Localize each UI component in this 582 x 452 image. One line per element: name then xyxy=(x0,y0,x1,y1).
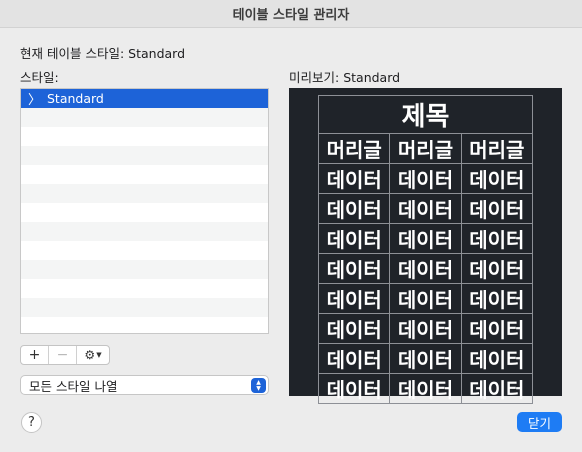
preview-data-row: 데이터 데이터 데이터 xyxy=(317,253,534,284)
remove-style-button[interactable]: − xyxy=(49,346,77,364)
preview-data-cell: 데이터 xyxy=(460,223,534,254)
dropdown-arrow-icon: ▼ xyxy=(96,351,102,359)
preview-label: 미리보기: Standard xyxy=(289,67,400,86)
title-bar: 테이블 스타일 관리자 xyxy=(0,0,582,28)
preview-data-cell: 데이터 xyxy=(317,223,391,254)
preview-table: 제목 머리글 머리글 머리글 데이터 데이터 데이터 데이터 데이터 데이터 데이터 데이터 데이터 데이… xyxy=(317,95,534,404)
preview-data-cell: 데이터 xyxy=(460,313,534,344)
preview-data-cell: 데이터 xyxy=(317,283,391,314)
preview-data-row: 데이터 데이터 데이터 xyxy=(317,163,534,194)
current-style-label: 현재 테이블 스타일: xyxy=(20,46,125,61)
preview-data-cell: 데이터 xyxy=(460,193,534,224)
style-list-row xyxy=(21,260,268,279)
preview-data-row: 데이터 데이터 데이터 xyxy=(317,373,534,404)
preview-data-cell: 데이터 xyxy=(389,343,462,374)
preview-data-cell: 데이터 xyxy=(389,253,462,284)
help-button[interactable]: ? xyxy=(21,412,42,433)
style-list-row xyxy=(21,203,268,222)
preview-data-row: 데이터 데이터 데이터 xyxy=(317,223,534,254)
style-list-row xyxy=(21,241,268,260)
preview-style-name: Standard xyxy=(343,70,401,85)
table-preview: 제목 머리글 머리글 머리글 데이터 데이터 데이터 데이터 데이터 데이터 데이터 데이터 데이터 데이… xyxy=(289,88,562,404)
style-list-row xyxy=(21,317,268,333)
preview-data-cell: 데이터 xyxy=(317,313,391,344)
style-list-row xyxy=(21,184,268,203)
preview-data-cell: 데이터 xyxy=(389,283,462,314)
preview-data-cell: 데이터 xyxy=(389,373,462,404)
preview-header-cell: 머리글 xyxy=(460,133,534,164)
preview-data-cell: 데이터 xyxy=(389,313,462,344)
style-actions-group: + − ⚙ ▼ xyxy=(20,345,110,365)
preview-header-cell: 머리글 xyxy=(317,133,391,164)
current-table-style: 현재 테이블 스타일: Standard xyxy=(20,43,185,62)
chevron-right-icon[interactable]: 〉 xyxy=(21,89,47,108)
preview-header-cell: 머리글 xyxy=(389,133,462,164)
window-title: 테이블 스타일 관리자 xyxy=(232,8,350,23)
preview-data-cell: 데이터 xyxy=(389,193,462,224)
preview-data-cell: 데이터 xyxy=(460,373,534,404)
preview-data-cell: 데이터 xyxy=(317,253,391,284)
select-stepper-icon: ▲ ▼ xyxy=(251,378,266,393)
table-style-manager-window: 테이블 스타일 관리자 현재 테이블 스타일: Standard 스타일: 미리… xyxy=(0,0,582,452)
preview-data-row: 데이터 데이터 데이터 xyxy=(317,343,534,374)
current-style-value: Standard xyxy=(128,46,186,61)
style-list-row xyxy=(21,222,268,241)
preview-data-cell: 데이터 xyxy=(460,343,534,374)
preview-data-cell: 데이터 xyxy=(317,343,391,374)
add-style-button[interactable]: + xyxy=(21,346,49,364)
preview-data-cell: 데이터 xyxy=(317,373,391,404)
preview-data-cell: 데이터 xyxy=(460,163,534,194)
style-list-row xyxy=(21,127,268,146)
styles-label: 스타일: xyxy=(20,70,59,85)
preview-data-row: 데이터 데이터 데이터 xyxy=(317,313,534,344)
preview-data-cell: 데이터 xyxy=(317,163,391,194)
preview-label-prefix: 미리보기: xyxy=(289,70,340,85)
style-list-row xyxy=(21,108,268,127)
preview-data-row: 데이터 데이터 데이터 xyxy=(317,193,534,224)
preview-data-cell: 데이터 xyxy=(389,223,462,254)
style-list-row xyxy=(21,279,268,298)
preview-data-cell: 데이터 xyxy=(460,283,534,314)
close-button[interactable]: 닫기 xyxy=(517,412,562,432)
style-list[interactable]: 〉 Standard xyxy=(20,88,269,334)
preview-title-cell: 제목 xyxy=(318,95,533,134)
gear-icon: ⚙ xyxy=(84,348,96,362)
actions-menu-button[interactable]: ⚙ ▼ xyxy=(77,346,109,364)
style-list-row xyxy=(21,298,268,317)
preview-data-cell: 데이터 xyxy=(317,193,391,224)
preview-data-cell: 데이터 xyxy=(389,163,462,194)
style-list-item-label: Standard xyxy=(47,91,104,106)
style-list-row[interactable]: 〉 Standard xyxy=(21,89,268,108)
style-list-row xyxy=(21,165,268,184)
preview-data-cell: 데이터 xyxy=(460,253,534,284)
style-filter-select[interactable]: 모든 스타일 나열 ▲ ▼ xyxy=(20,375,269,395)
style-list-row xyxy=(21,146,268,165)
style-filter-value: 모든 스타일 나열 xyxy=(29,378,118,394)
preview-data-row: 데이터 데이터 데이터 xyxy=(317,283,534,314)
